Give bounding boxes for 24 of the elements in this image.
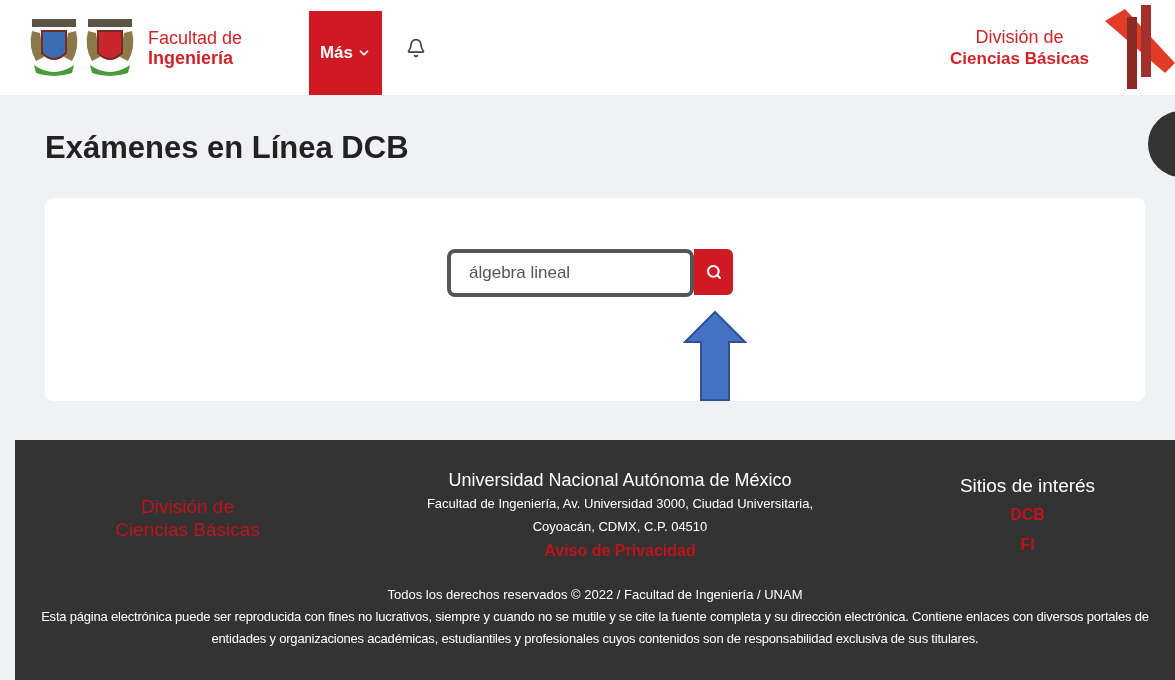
notice-text: Esta página electrónica puede ser reproducida con fines no lucrativos, siempre y cuando no se mutile y se cite la fuente completa y su dirección electrónica. Contiene enlaces con diversos portales de entidades y organizaciones académicas, estudiantiles y profesionales cuyos contenidos son de responsabilidad exclusiva de sus titulares. (40, 608, 1150, 648)
bell-icon[interactable] (406, 37, 426, 58)
footer-link[interactable]: DCB (1010, 500, 1045, 530)
privacy-link[interactable]: Aviso de Privacidad (544, 538, 696, 564)
logo-text: Facultad de (148, 27, 243, 48)
search-button[interactable] (694, 249, 733, 295)
page-title: Exámenes en Línea DCB (45, 129, 410, 167)
logo-text: División de (974, 25, 1065, 48)
links-heading: Sitios de interés (959, 474, 1096, 498)
logo-text: Ciencias Básicas (950, 47, 1089, 70)
menu-button[interactable]: Más (309, 11, 382, 95)
address-text: Facultad de Ingeniería, Av. Universidad 3000, Ciudad Universitaria, (426, 495, 814, 513)
crest-icon (84, 16, 136, 79)
address-text: Coyoacán, CDMX, C.P. 04510 (532, 518, 708, 536)
copyright-text: Todos los derechos reservados © 2022 / Facultad de Ingeniería / UNAM (386, 586, 804, 604)
search-field[interactable]: álgebra lineal (447, 249, 694, 297)
university-name: Universidad Nacional Autónoma de México (448, 469, 792, 492)
logo-text: Ingeniería (148, 47, 235, 68)
footer-logo-text: Ciencias Básicas (115, 518, 260, 541)
crest-icon (28, 16, 80, 79)
search-icon (705, 264, 722, 280)
arrow-icon (683, 310, 747, 402)
footer-logo-text: División de (141, 495, 234, 518)
footer-link[interactable]: FI (1020, 530, 1035, 560)
